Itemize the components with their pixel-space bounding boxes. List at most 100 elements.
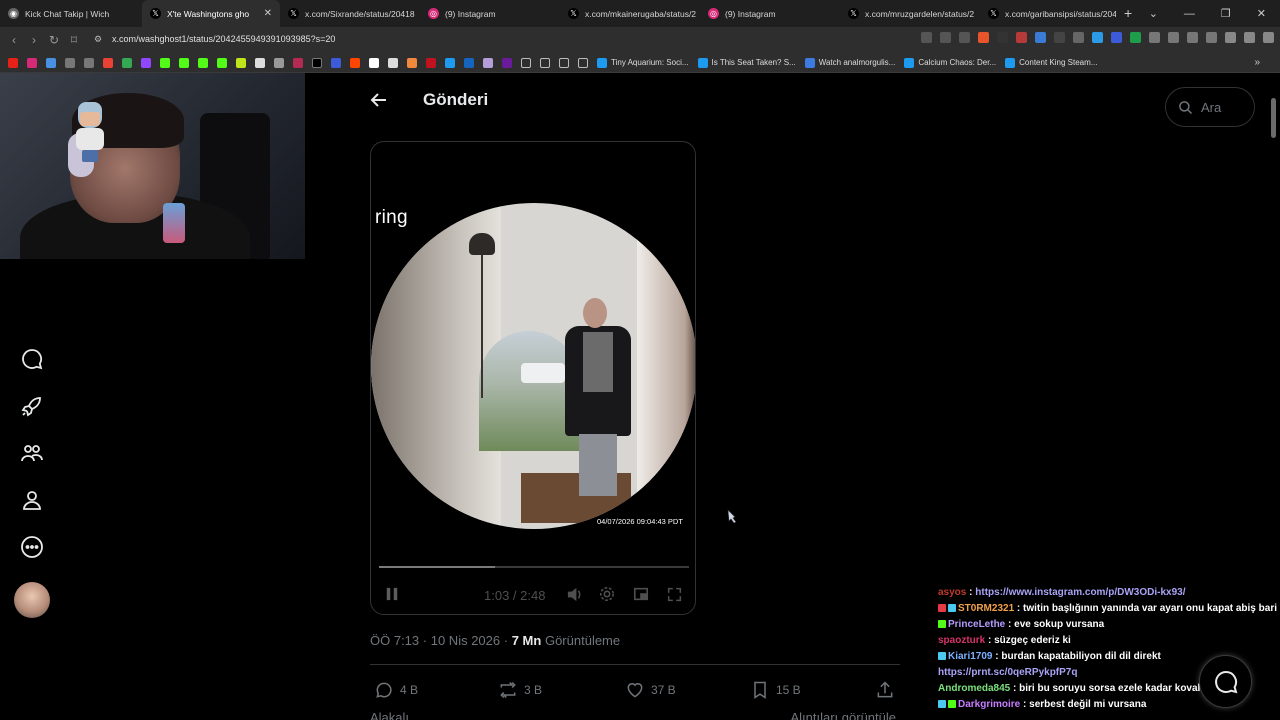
kick-icon[interactable] [179, 57, 189, 68]
browser-tab[interactable]: 𝕏 x.com/garibansipsi/status/204 [980, 0, 1116, 27]
folder-icon[interactable] [559, 57, 569, 68]
gmail-icon[interactable] [103, 57, 113, 68]
puzzle-icon[interactable] [1168, 32, 1179, 43]
bookmark-icon[interactable] [331, 57, 341, 68]
youtube-icon[interactable] [8, 57, 18, 68]
extension-icon[interactable] [1073, 32, 1084, 43]
new-tab-icon[interactable]: + [1124, 5, 1132, 21]
zoom-icon[interactable] [940, 32, 951, 43]
tab-list-icon[interactable]: ⌄ [1149, 7, 1158, 20]
bookmark-icon[interactable] [426, 57, 436, 68]
back-icon[interactable]: ‹ [4, 33, 24, 47]
search-input[interactable] [1201, 99, 1251, 115]
chat-link[interactable]: https://prnt.sc/0qeRPykpfP7q [938, 667, 1077, 678]
bookmark-link[interactable]: Watch analmorgulis... [804, 57, 895, 68]
menu-icon[interactable] [1263, 32, 1274, 43]
settings-icon[interactable] [599, 585, 615, 603]
bookmark-icon[interactable] [84, 57, 94, 68]
bookmark-icon[interactable] [445, 57, 455, 68]
chat-bubble-icon[interactable] [18, 345, 46, 373]
bookmark-icon[interactable] [274, 57, 284, 68]
bookmark-link[interactable]: Tiny Aquarium: Soci... [597, 57, 689, 68]
close-tab-icon[interactable]: ✕ [264, 8, 272, 19]
browser-tab[interactable]: ◎ (9) Instagram [420, 0, 560, 27]
close-window-icon[interactable]: ✕ [1257, 7, 1266, 20]
bookmark-icon[interactable] [236, 57, 246, 68]
kick-icon[interactable] [217, 57, 227, 68]
reload-icon[interactable]: ↻ [44, 33, 64, 47]
bookmark-link[interactable]: Calcium Chaos: Der... [904, 57, 996, 68]
bookmark-link[interactable]: Content King Steam... [1005, 57, 1097, 68]
minimize-icon[interactable]: — [1184, 8, 1195, 20]
back-arrow-icon[interactable] [369, 90, 389, 110]
extension-icon[interactable] [1092, 32, 1103, 43]
folder-icon[interactable] [521, 57, 531, 68]
browser-tab-active[interactable]: 𝕏 X'te Washingtons gho ✕ [142, 0, 280, 27]
x-logo-icon[interactable] [312, 57, 322, 68]
instagram-icon[interactable] [27, 57, 37, 68]
kick-icon[interactable] [198, 57, 208, 68]
folder-icon[interactable] [540, 57, 550, 68]
picture-in-picture-icon[interactable] [633, 585, 649, 603]
more-icon[interactable] [18, 533, 46, 561]
volume-icon[interactable] [566, 585, 583, 603]
video-progress-bar[interactable] [379, 566, 689, 568]
anchor-icon[interactable] [255, 57, 265, 68]
profile-icon[interactable] [1244, 32, 1255, 43]
site-info-icon[interactable]: ⚙ [94, 34, 104, 44]
cast-icon[interactable] [921, 32, 932, 43]
extension-icon[interactable] [1149, 32, 1160, 43]
bookmark-icon[interactable] [388, 57, 398, 68]
video-player[interactable]: ring 04/07/2026 09:04:43 PDT 1:03 / 2:48 [370, 141, 696, 615]
account-avatar[interactable] [14, 582, 50, 618]
bookmark-link[interactable]: Is This Seat Taken? S... [697, 57, 796, 68]
bookmark-icon[interactable] [407, 57, 417, 68]
bookmark-icon[interactable] [293, 57, 303, 68]
bookmark-icon[interactable] [502, 57, 512, 68]
forward-icon[interactable]: › [24, 33, 44, 47]
communities-icon[interactable] [18, 439, 46, 467]
extension-icon[interactable] [1130, 32, 1141, 43]
brave-shield-icon[interactable] [978, 32, 989, 43]
sidebar-icon[interactable] [1187, 32, 1198, 43]
bookmark-icon[interactable] [464, 57, 474, 68]
reply-button[interactable]: 4 B [374, 680, 418, 700]
browser-tab[interactable]: 𝕏 x.com/mruzgardelen/status/2 [840, 0, 980, 27]
maximize-icon[interactable]: ❐ [1221, 7, 1231, 20]
browser-tab[interactable]: ◉ Kick Chat Takip | Wich [0, 0, 142, 27]
media-icon[interactable] [1225, 32, 1236, 43]
reddit-icon[interactable] [350, 57, 360, 68]
more-bookmarks-icon[interactable]: » [1254, 57, 1260, 68]
wallet-icon[interactable] [1206, 32, 1217, 43]
bookmark-icon[interactable] [369, 57, 379, 68]
bookmark-page-icon[interactable]: ⌑ [64, 33, 84, 47]
extension-icon[interactable] [1054, 32, 1065, 43]
rocket-icon[interactable] [18, 392, 46, 420]
extension-icon[interactable] [1035, 32, 1046, 43]
view-quotes-link[interactable]: Alıntıları görüntüle [790, 710, 896, 720]
share-icon[interactable] [959, 32, 970, 43]
like-button[interactable]: 37 B [625, 680, 676, 700]
bookmark-icon[interactable] [483, 57, 493, 68]
pause-icon[interactable] [385, 585, 399, 603]
fullscreen-icon[interactable] [667, 585, 682, 603]
page-scrollbar[interactable] [1271, 98, 1276, 138]
folder-icon[interactable] [578, 57, 588, 68]
browser-tab[interactable]: 𝕏 x.com/Sixrande/status/20418 [280, 0, 420, 27]
share-button[interactable] [875, 680, 895, 700]
bookmark-icon[interactable] [46, 57, 56, 68]
browser-tab[interactable]: 𝕏 x.com/mkainerugaba/status/2 [560, 0, 700, 27]
extension-icon[interactable] [1111, 32, 1122, 43]
bookmark-button[interactable]: 15 B [750, 680, 801, 700]
url-field[interactable]: x.com/washghost1/status/2042455949391093… [112, 34, 335, 44]
chat-link[interactable]: https://www.instagram.com/p/DW3ODi-kx93/ [975, 587, 1185, 598]
relevant-sort[interactable]: Alakalı [370, 710, 409, 720]
extension-icon[interactable] [1016, 32, 1027, 43]
twitch-icon[interactable] [141, 57, 151, 68]
search-box[interactable] [1165, 87, 1255, 127]
browser-tab[interactable]: ◎ (9) Instagram [700, 0, 840, 27]
drive-icon[interactable] [122, 57, 132, 68]
kick-icon[interactable] [160, 57, 170, 68]
repost-button[interactable]: 3 B [498, 680, 542, 700]
messages-fab[interactable] [1199, 655, 1252, 708]
